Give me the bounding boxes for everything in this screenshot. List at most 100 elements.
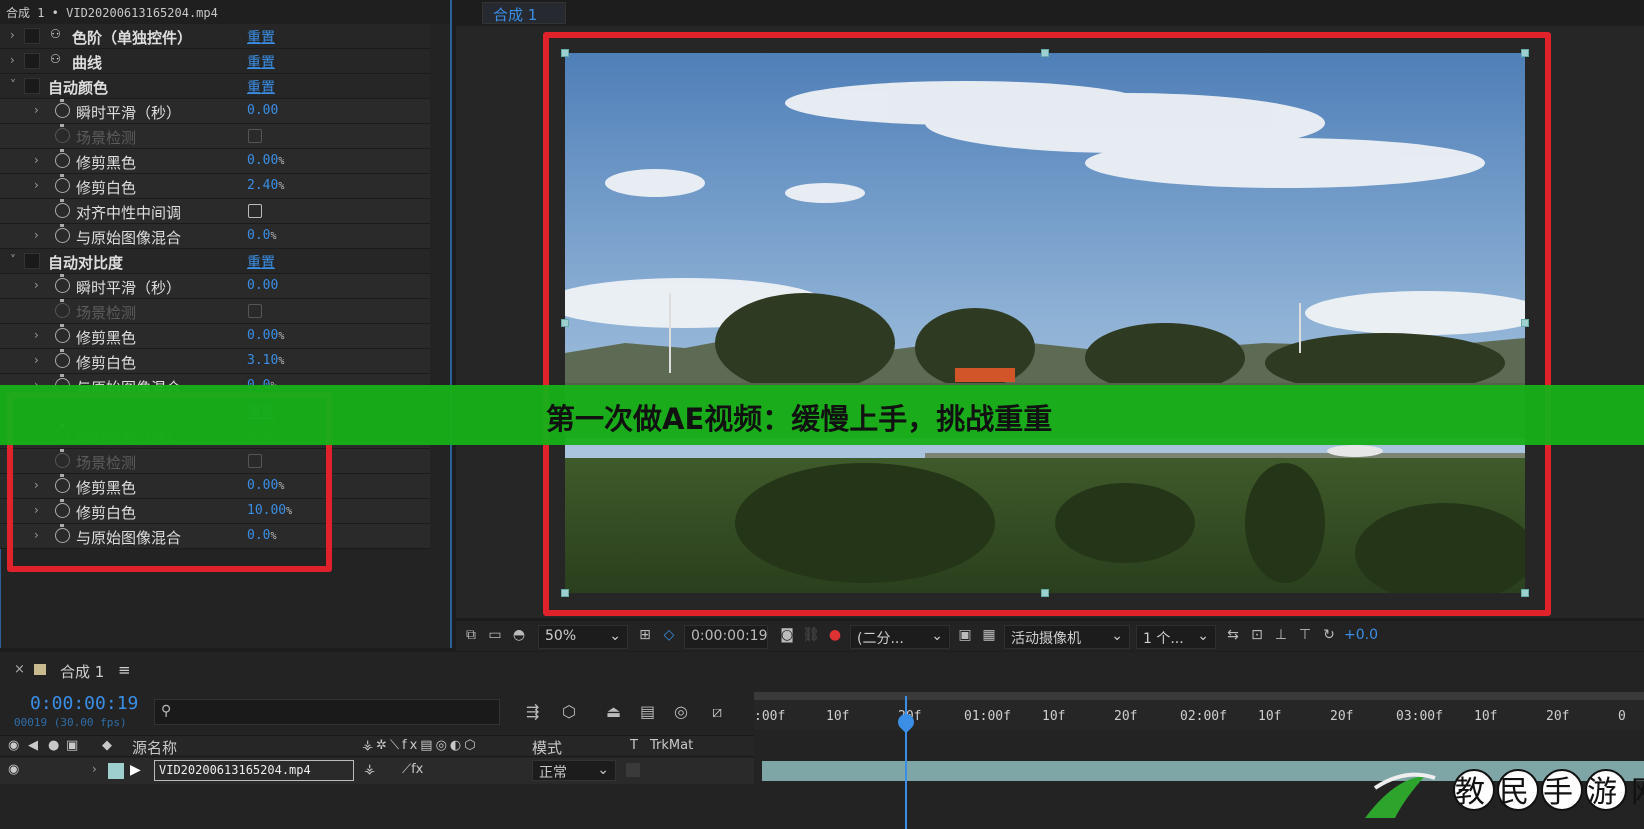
visibility-icon[interactable]: ◉ bbox=[8, 762, 19, 777]
stopwatch-icon[interactable] bbox=[55, 299, 70, 318]
twirl-icon[interactable]: › bbox=[34, 153, 39, 167]
fast-preview-icon[interactable]: ⊡ bbox=[1248, 627, 1266, 645]
stopwatch-icon[interactable] bbox=[55, 199, 70, 218]
effect-group-row[interactable]: ˅ 自动对比度 重置 bbox=[0, 249, 430, 274]
property-checkbox[interactable] bbox=[248, 304, 262, 318]
property-value[interactable]: 0.0% bbox=[247, 228, 277, 243]
effect-property-row[interactable]: › 与原始图像混合 0.0% bbox=[0, 224, 430, 249]
effect-toggle[interactable] bbox=[24, 78, 40, 94]
twirl-icon[interactable]: › bbox=[34, 353, 39, 367]
menu-icon[interactable]: ≡ bbox=[118, 661, 131, 679]
twirl-icon[interactable]: › bbox=[34, 328, 39, 342]
transparency-grid-icon[interactable]: ▦ bbox=[980, 627, 998, 645]
effect-property-row[interactable]: › 瞬时平滑（秒） 0.00 bbox=[0, 274, 430, 299]
tab-composition[interactable]: 合成 1 bbox=[482, 2, 566, 24]
effect-toggle[interactable] bbox=[24, 28, 40, 44]
transform-handle[interactable] bbox=[561, 319, 569, 327]
effect-group-row[interactable]: ˅ 自动颜色 重置 bbox=[0, 74, 430, 99]
draft-3d-icon[interactable]: ⬡ bbox=[562, 702, 576, 721]
transform-handle[interactable] bbox=[561, 589, 569, 597]
effect-group-row[interactable]: › ⚇ 曲线 重置 bbox=[0, 49, 430, 74]
effect-property-row[interactable]: 场景检测 bbox=[0, 299, 430, 324]
effect-property-row[interactable]: › 修剪白色 3.10% bbox=[0, 349, 430, 374]
twirl-icon[interactable]: › bbox=[10, 28, 15, 42]
blend-mode-select[interactable]: 正常 ⌄ bbox=[532, 760, 616, 781]
reset-link[interactable]: 重置 bbox=[247, 27, 275, 47]
twirl-icon[interactable]: › bbox=[10, 53, 15, 67]
views-select[interactable]: 1 个... ⌄ bbox=[1136, 625, 1216, 649]
effect-property-row[interactable]: › 修剪黑色 0.00% bbox=[0, 149, 430, 174]
mask-path-icon[interactable]: ◇ bbox=[660, 627, 678, 645]
effect-toggle[interactable] bbox=[24, 253, 40, 269]
quality-switch-icon[interactable]: ⟋fx bbox=[402, 762, 423, 777]
twirl-icon[interactable]: › bbox=[92, 762, 97, 776]
transform-handle[interactable] bbox=[1521, 319, 1529, 327]
label-color-swatch[interactable] bbox=[108, 763, 124, 779]
stopwatch-icon[interactable] bbox=[55, 124, 70, 143]
twirl-icon[interactable]: › bbox=[34, 278, 39, 292]
shy-switch-icon[interactable]: ⚶ bbox=[364, 762, 375, 777]
property-value[interactable]: 0.00 bbox=[247, 278, 278, 293]
effect-toggle[interactable] bbox=[24, 53, 40, 69]
resolution-select[interactable]: (二分... ⌄ bbox=[850, 625, 950, 649]
camera-icon[interactable]: ◙ bbox=[778, 627, 796, 645]
timeline-icon[interactable]: ⊥ bbox=[1272, 627, 1290, 645]
property-value[interactable]: 3.10% bbox=[247, 353, 284, 368]
stopwatch-icon[interactable] bbox=[55, 274, 70, 293]
transform-handle[interactable] bbox=[561, 49, 569, 57]
column-trkmat[interactable]: TrkMat bbox=[650, 738, 693, 753]
twirl-icon[interactable]: › bbox=[34, 178, 39, 192]
transform-handle[interactable] bbox=[1521, 589, 1529, 597]
toggle-pixel-icon[interactable]: ⇆ bbox=[1224, 627, 1242, 645]
timeline-timecode[interactable]: 0:00:00:19 bbox=[30, 693, 138, 714]
layers-icon[interactable]: ⧉ bbox=[462, 627, 480, 645]
property-value[interactable]: 0.00% bbox=[247, 153, 284, 168]
exposure-value[interactable]: +0.0 bbox=[1344, 627, 1378, 645]
property-value[interactable]: 2.40% bbox=[247, 178, 284, 193]
current-time-field[interactable]: 0:00:00:19 bbox=[684, 625, 768, 649]
effect-property-row[interactable]: › 修剪黑色 0.00% bbox=[0, 324, 430, 349]
stopwatch-icon[interactable] bbox=[55, 149, 70, 168]
twirl-icon[interactable]: ˅ bbox=[10, 253, 16, 267]
effect-group-row[interactable]: › ⚇ 色阶（单独控件） 重置 bbox=[0, 24, 430, 49]
monitor-icon[interactable]: ▭ bbox=[486, 627, 504, 645]
stopwatch-icon[interactable] bbox=[55, 174, 70, 193]
stopwatch-icon[interactable] bbox=[55, 224, 70, 243]
frame-blending-icon[interactable]: ▤ bbox=[640, 702, 655, 721]
stopwatch-icon[interactable] bbox=[55, 349, 70, 368]
snapshot-icon[interactable]: ⛓ bbox=[802, 627, 820, 645]
effect-property-row[interactable]: 场景检测 bbox=[0, 124, 430, 149]
column-mode[interactable]: 模式 bbox=[532, 737, 562, 758]
flowchart-icon[interactable]: ⊤ bbox=[1296, 627, 1314, 645]
twirl-icon[interactable]: ˅ bbox=[10, 78, 16, 92]
effect-property-row[interactable]: › 瞬时平滑（秒） 0.00 bbox=[0, 99, 430, 124]
effect-property-row[interactable]: › 修剪白色 2.40% bbox=[0, 174, 430, 199]
region-icon[interactable]: ▣ bbox=[956, 627, 974, 645]
shy-icon[interactable]: ⏏ bbox=[606, 702, 621, 721]
reset-exposure-icon[interactable]: ↻ bbox=[1320, 627, 1338, 645]
camera-select[interactable]: 活动摄像机 ⌄ bbox=[1004, 625, 1130, 649]
reset-link[interactable]: 重置 bbox=[247, 77, 275, 97]
zoom-select[interactable]: 50% ⌄ bbox=[538, 625, 628, 649]
property-checkbox[interactable] bbox=[248, 129, 262, 143]
graph-editor-icon[interactable]: ⧄ bbox=[712, 702, 722, 722]
grid-icon[interactable]: ⊞ bbox=[636, 627, 654, 645]
transform-handle[interactable] bbox=[1041, 589, 1049, 597]
stopwatch-icon[interactable] bbox=[55, 99, 70, 118]
layer-row[interactable]: ◉ › ▶ VID20200613165204.mp4 ⚶ ⟋fx 正常 ⌄ bbox=[0, 758, 754, 784]
column-source-name[interactable]: 源名称 bbox=[132, 737, 177, 758]
motion-blur-icon[interactable]: ◎ bbox=[674, 702, 688, 721]
property-value[interactable]: 0.00 bbox=[247, 103, 278, 118]
twirl-icon[interactable]: › bbox=[34, 103, 39, 117]
transform-handle[interactable] bbox=[1521, 49, 1529, 57]
channel-icon[interactable]: ● bbox=[826, 627, 844, 645]
reset-link[interactable]: 重置 bbox=[247, 52, 275, 72]
preserve-transparency-toggle[interactable] bbox=[626, 763, 640, 777]
twirl-icon[interactable]: › bbox=[34, 228, 39, 242]
reset-link[interactable]: 重置 bbox=[247, 252, 275, 272]
close-icon[interactable]: × bbox=[14, 662, 25, 677]
property-checkbox[interactable] bbox=[248, 204, 262, 218]
property-value[interactable]: 0.00% bbox=[247, 328, 284, 343]
effect-property-row[interactable]: 对齐中性中间调 bbox=[0, 199, 430, 224]
timeline-search-input[interactable]: ⚲ bbox=[154, 699, 500, 725]
